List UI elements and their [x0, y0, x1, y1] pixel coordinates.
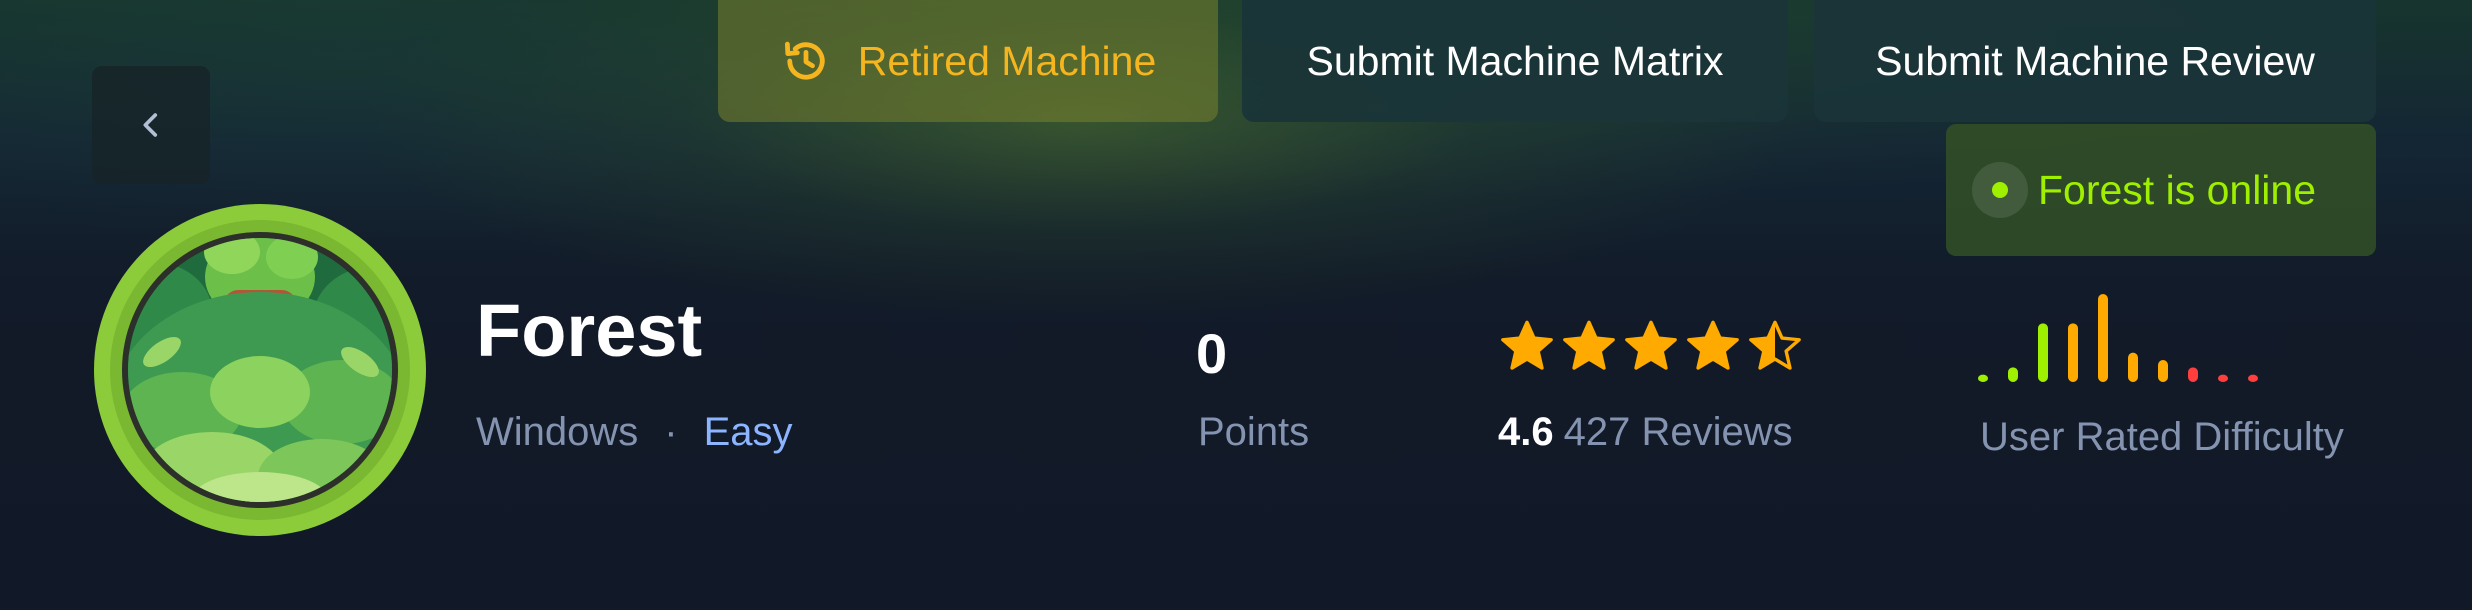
machine-status-badge: Forest is online [1946, 124, 2376, 256]
machine-difficulty: Easy [703, 410, 793, 454]
history-icon [784, 41, 825, 80]
rating-stars [1498, 318, 1804, 376]
retired-machine-tab[interactable]: Retired Machine [718, 0, 1218, 122]
machine-name: Forest [476, 289, 703, 372]
difficulty-bar [2068, 323, 2078, 382]
star-full-icon [1501, 320, 1553, 370]
difficulty-bar [2008, 367, 2018, 382]
rating-review-count: 427 Reviews [1563, 410, 1793, 454]
submit-machine-review-label: Submit Machine Review [1875, 37, 2315, 84]
star-full-icon [1563, 320, 1615, 370]
meta-separator: · [664, 410, 678, 454]
difficulty-bar [2248, 374, 2258, 382]
star-full-icon [1625, 320, 1677, 370]
difficulty-bar [2158, 360, 2168, 382]
submit-machine-matrix-label: Submit Machine Matrix [1306, 37, 1724, 84]
machine-avatar [94, 204, 426, 536]
star-full-icon [1687, 320, 1739, 370]
submit-machine-matrix-button[interactable]: Submit Machine Matrix [1242, 0, 1788, 122]
difficulty-bar [2098, 294, 2108, 382]
difficulty-bar [2188, 367, 2198, 382]
rating-average: 4.6 [1498, 410, 1554, 454]
rating-summary: 4.6 427 Reviews [1498, 410, 1793, 455]
back-button[interactable] [92, 66, 210, 184]
retired-machine-label: Retired Machine [857, 37, 1157, 84]
points-label: Points [1198, 410, 1310, 454]
user-difficulty-label: User Rated Difficulty [1980, 415, 2344, 459]
machine-os: Windows [476, 410, 639, 454]
chevron-left-icon [143, 113, 158, 137]
difficulty-bar [2128, 352, 2138, 382]
star-half-icon [1749, 320, 1801, 370]
difficulty-bar [2218, 374, 2228, 382]
online-indicator-icon [1972, 162, 2028, 218]
difficulty-bar [2038, 323, 2048, 382]
machine-status-label: Forest is online [2038, 166, 2317, 213]
machine-meta: Windows · Easy [476, 410, 793, 455]
difficulty-bar [1978, 374, 1988, 382]
points-value: 0 [1196, 322, 1228, 385]
submit-machine-review-button[interactable]: Submit Machine Review [1814, 0, 2376, 122]
user-difficulty-chart [1978, 294, 2258, 382]
